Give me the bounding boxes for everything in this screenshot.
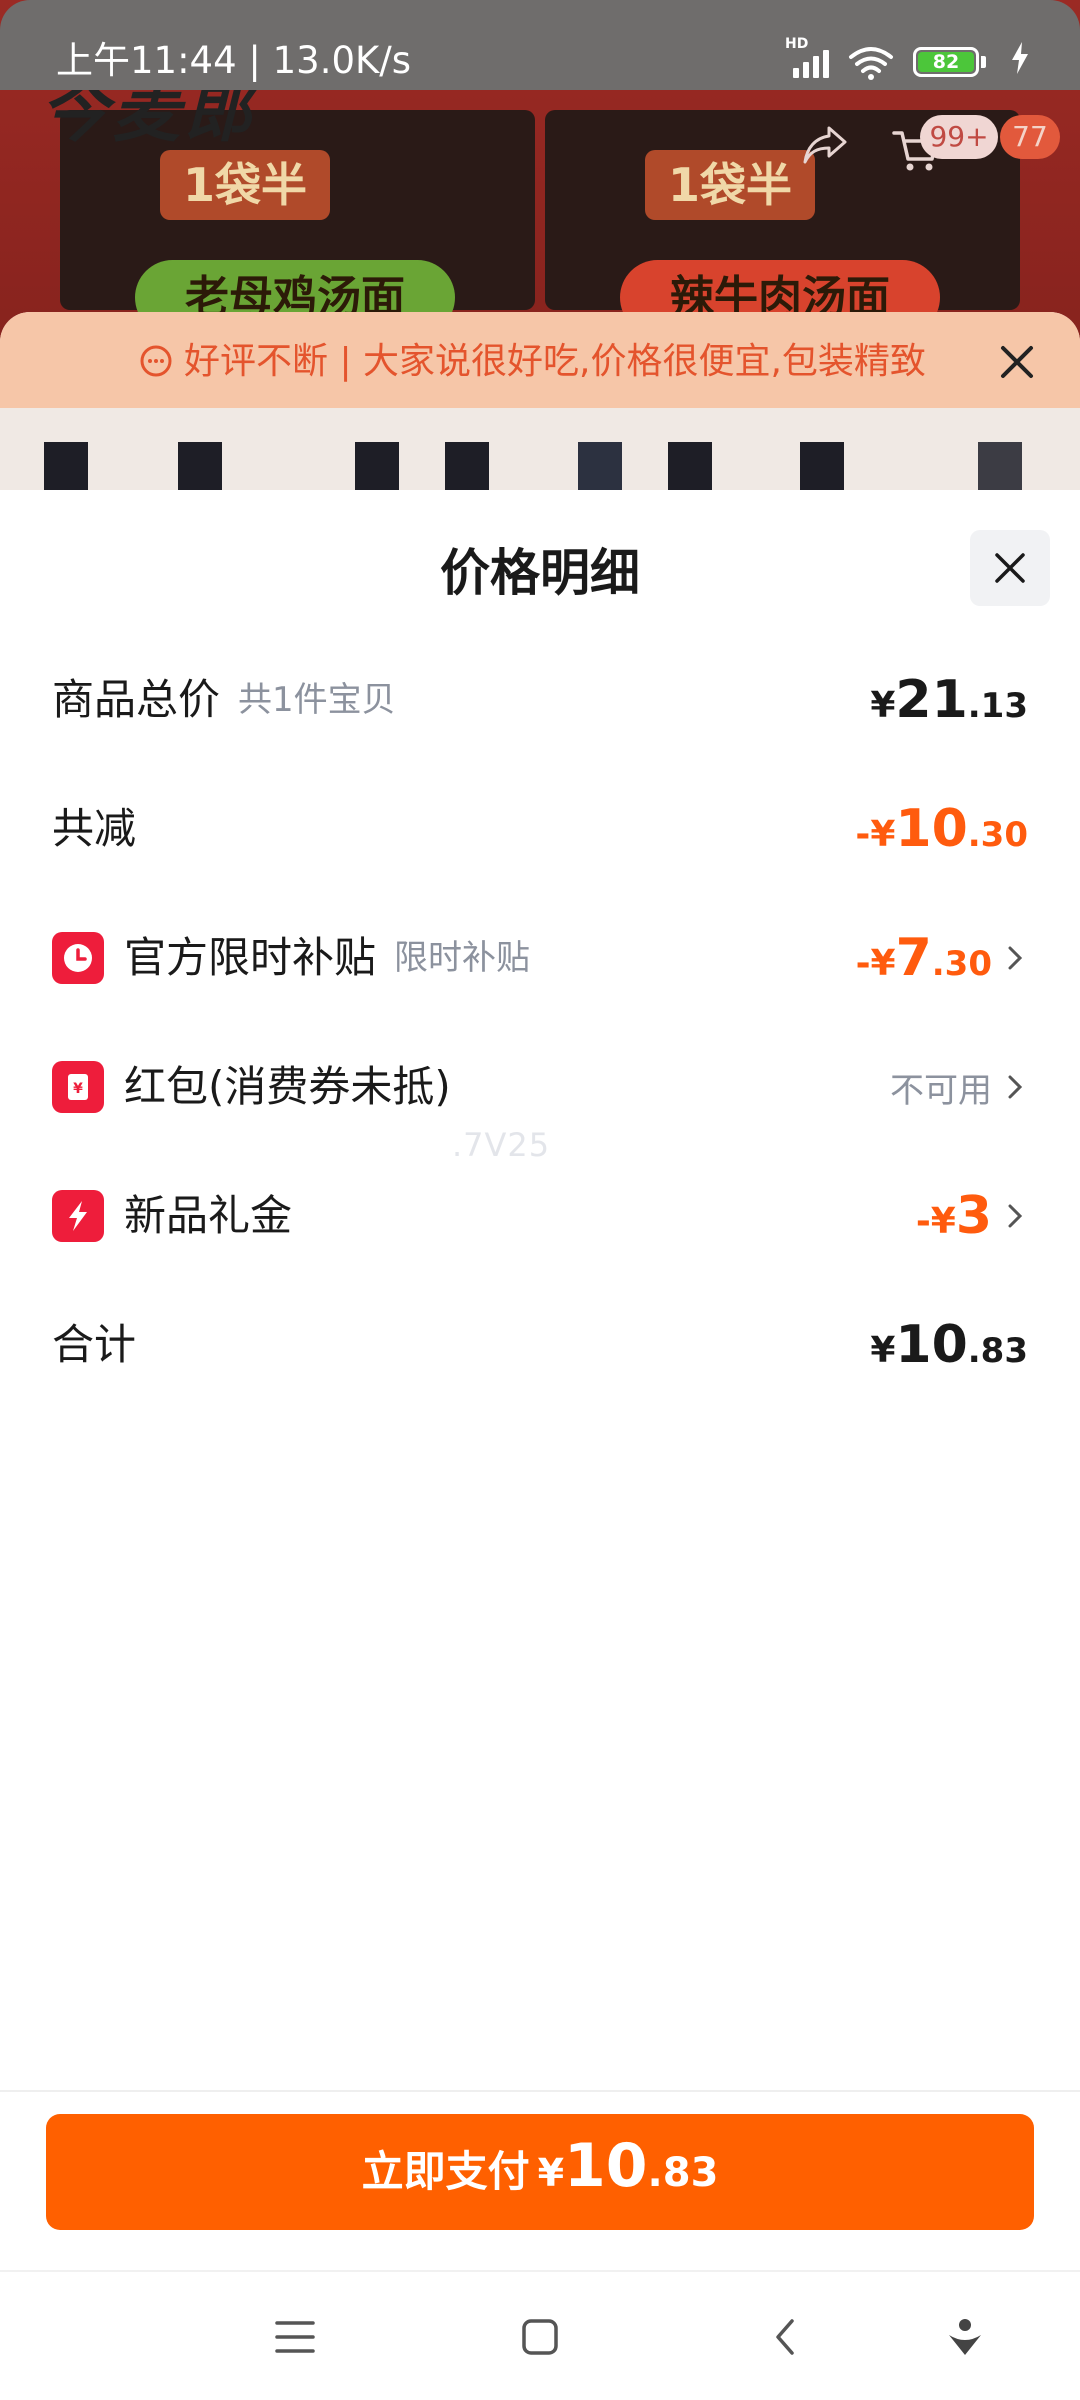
chat-bubble-icon (138, 344, 174, 380)
row-total-discount: 共减 -¥ 10.30 (52, 784, 1028, 874)
status-text: 不可用 (890, 1070, 992, 1111)
pay-label: 立即支付 (361, 2147, 530, 2196)
price-value: ¥21.13 (870, 670, 1028, 730)
assistant-icon[interactable] (930, 2302, 1000, 2372)
signal-icon: HD (785, 36, 829, 78)
close-icon[interactable] (995, 340, 1039, 384)
message-count-badge[interactable]: 77 (1000, 115, 1060, 159)
status-indicators: HD 82 (785, 36, 1030, 84)
pay-bar: 立即支付 ¥10.83 (0, 2090, 1080, 2272)
chevron-right-icon (1008, 1075, 1023, 1099)
home-icon[interactable] (505, 2302, 575, 2372)
close-icon (995, 553, 1025, 583)
status-time: 上午11:44 | 13.0K/s (56, 39, 412, 82)
price-value: ¥10.83 (870, 1315, 1028, 1375)
charging-icon (1010, 42, 1030, 82)
row-label: 共减 (52, 804, 137, 853)
sheet-title: 价格明细 (440, 544, 640, 602)
menu-icon[interactable] (260, 2302, 330, 2372)
pack-tag: 1袋半 (645, 150, 815, 220)
row-label: 新品礼金 (124, 1191, 293, 1240)
row-sub-label: 限时补贴 (394, 938, 531, 978)
cart-button[interactable]: 99+ (890, 115, 998, 185)
chevron-right-icon (1008, 1204, 1023, 1228)
row-red-packet[interactable]: ¥ 红包(消费券未抵) 不可用 (52, 1042, 1028, 1132)
wifi-icon (847, 45, 895, 80)
back-icon[interactable] (750, 2302, 820, 2372)
review-text: 好评不断 | 大家说很好吃,价格很便宜,包装精致 (184, 341, 926, 382)
review-panel: 好评不断 | 大家说很好吃,价格很便宜,包装精致 (0, 312, 1080, 490)
row-label: 官方限时补贴 (124, 933, 377, 982)
review-bar: 好评不断 | 大家说很好吃,价格很便宜,包装精致 (0, 312, 1080, 408)
pay-now-button[interactable]: 立即支付 ¥10.83 (46, 2114, 1034, 2230)
row-goods-total: 商品总价 共1件宝贝 ¥21.13 (52, 655, 1028, 745)
chevron-right-icon (1008, 946, 1023, 970)
row-sub-label: 共1件宝贝 (238, 680, 396, 720)
share-icon[interactable] (795, 120, 855, 180)
red-packet-icon: ¥ (52, 1061, 104, 1113)
row-label: 合计 (52, 1320, 137, 1369)
hd-label: HD (785, 36, 809, 52)
close-button[interactable] (970, 530, 1050, 606)
battery-icon: 82 (913, 47, 986, 77)
watermark: .7V25 (452, 1126, 551, 1164)
row-new-product-gift[interactable]: 新品礼金 -¥ 3 (52, 1171, 1028, 1261)
battery-level: 82 (918, 52, 974, 72)
price-value: -¥ 3 (915, 1186, 992, 1246)
price-value: -¥ 10.30 (855, 799, 1028, 859)
status-bar: 上午11:44 | 13.0K/s HD 82 (0, 0, 1080, 90)
row-official-subsidy[interactable]: 官方限时补贴 限时补贴 -¥ 7.30 (52, 913, 1028, 1003)
cart-count-badge: 99+ (920, 115, 998, 159)
row-label: 商品总价 (52, 675, 221, 724)
thumbnail-strip (0, 442, 1080, 490)
clock-icon (52, 932, 104, 984)
lightning-icon (52, 1190, 104, 1242)
price-value: -¥ 7.30 (855, 928, 992, 988)
price-detail-sheet: 价格明细 商品总价 共1件宝贝 ¥21.13 共减 -¥ 10 .30 官方限时… (0, 490, 1080, 2100)
svg-text:¥: ¥ (73, 1081, 83, 1097)
row-grand-total: 合计 ¥10.83 (52, 1300, 1028, 1390)
screen: 1袋半 老母鸡汤面 1袋半 辣牛肉汤面 今麦郎 99+ 77 上午11:44 |… (0, 0, 1080, 2400)
navigation-bar (0, 2270, 1080, 2400)
row-label: 红包(消费券未抵) (124, 1062, 451, 1111)
